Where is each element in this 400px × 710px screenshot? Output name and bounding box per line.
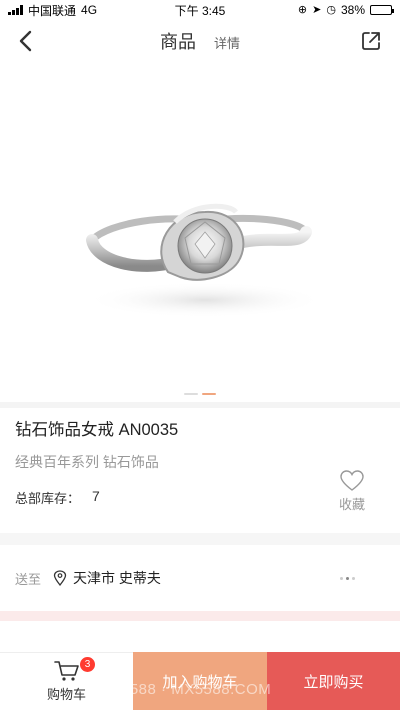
ring-image (85, 203, 325, 318)
favorite-button[interactable]: 收藏 (332, 470, 372, 513)
delivery-address: 天津市 史蒂夫 (73, 570, 161, 586)
product-subtitle: 经典百年系列 钻石饰品 (15, 454, 159, 470)
more-dots-icon[interactable] (340, 576, 355, 580)
carrier-name: 中国联通 (28, 3, 77, 18)
product-title: 钻石饰品女戒 AN0035 (15, 421, 179, 439)
stock-value: 7 (92, 488, 100, 504)
share-button[interactable] (358, 28, 384, 54)
pagination-dot[interactable] (184, 393, 198, 395)
status-left: 中国联通 4G (8, 2, 97, 19)
buy-now-button[interactable]: 立即购买 (267, 652, 400, 710)
lock-rotation-icon: ⊕ (297, 3, 308, 16)
heart-icon (340, 470, 364, 491)
signal-icon (8, 5, 23, 15)
alarm-icon: ◷ (326, 3, 336, 16)
delivery-row[interactable]: 送至 天津市 史蒂夫 (0, 545, 400, 611)
nav-bar: 商品 详情 (0, 20, 400, 62)
cart-count-badge: 3 (80, 657, 95, 672)
divider (0, 611, 400, 621)
share-icon (362, 32, 380, 50)
stock-label: 总部库存： (15, 491, 81, 506)
image-pagination[interactable] (0, 393, 400, 395)
favorite-label: 收藏 (338, 497, 365, 512)
divider (0, 533, 400, 545)
delivery-label: 送至 (15, 571, 42, 587)
status-bar: 中国联通 4G 下午 3:45 ⊕ ➤ ◷ 38% (0, 0, 400, 20)
pagination-dot[interactable] (202, 393, 216, 395)
content-strip (0, 621, 400, 652)
product-image[interactable] (0, 62, 400, 402)
battery-icon (370, 5, 394, 15)
network-type: 4G (81, 3, 98, 17)
cart-label: 购物车 (46, 687, 86, 702)
chevron-left-icon (19, 30, 32, 52)
nav-tabs: 商品 详情 (160, 28, 240, 54)
add-to-cart-button[interactable]: 加入购物车 (133, 652, 267, 710)
location-pin-icon (53, 570, 67, 586)
cart-button[interactable]: 购物车 3 (0, 652, 133, 710)
location-icon: ➤ (312, 3, 322, 16)
stock-row: 总部库存： 7 (15, 488, 385, 507)
battery-percent: 38% (340, 3, 365, 17)
tab-product[interactable]: 商品 (160, 28, 196, 54)
cart-icon (53, 661, 79, 681)
product-info: 钻石饰品女戒 AN0035 经典百年系列 钻石饰品 总部库存： 7 收藏 (0, 408, 400, 533)
bottom-action-bar: 购物车 3 加入购物车 立即购买 (0, 652, 400, 710)
back-button[interactable] (10, 26, 40, 56)
tab-detail[interactable]: 详情 (214, 33, 240, 52)
status-right: ⊕ ➤ ◷ 38% (297, 3, 394, 17)
